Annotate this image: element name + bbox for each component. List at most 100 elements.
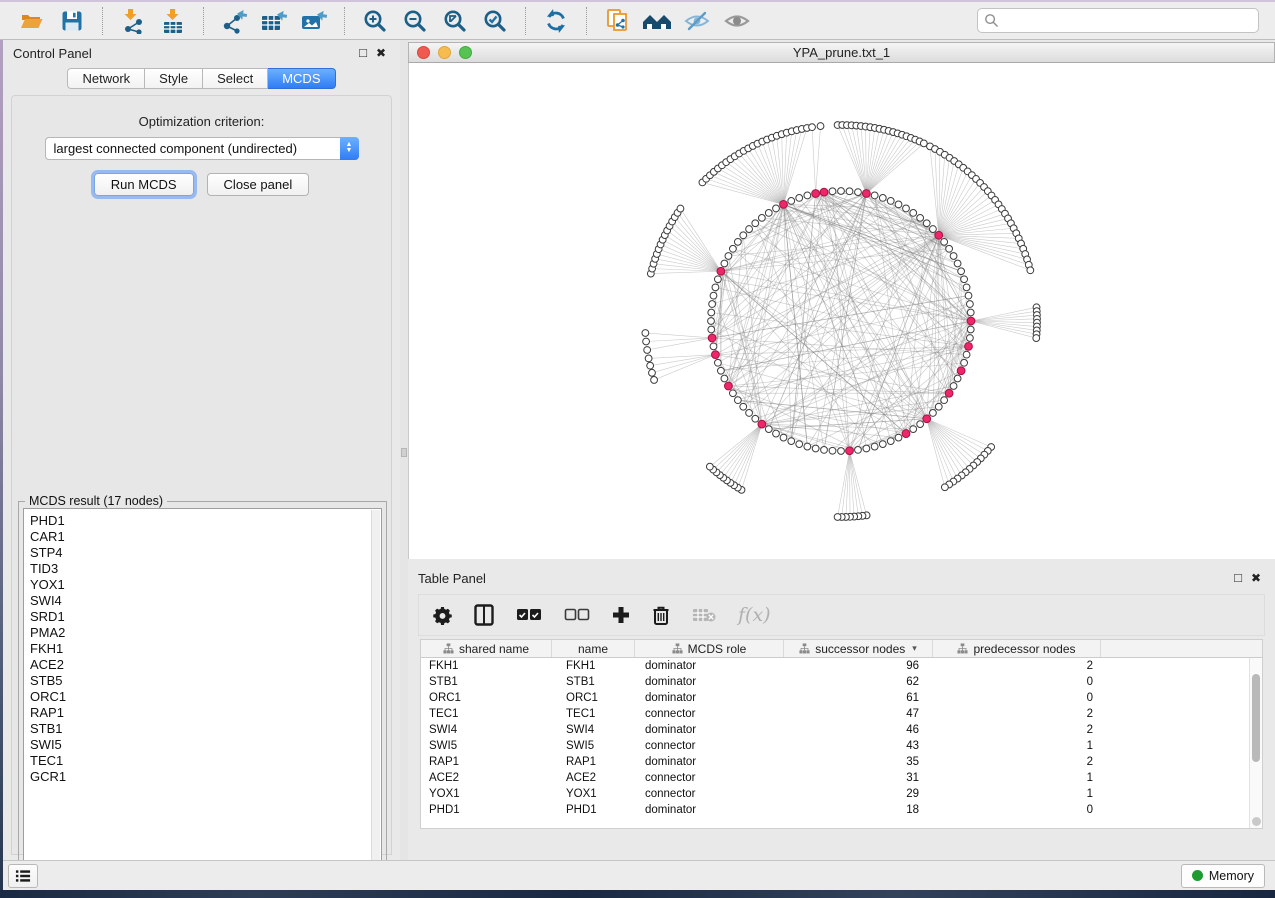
ring-node[interactable] bbox=[734, 238, 741, 245]
ring-node[interactable] bbox=[855, 446, 862, 453]
ring-node[interactable] bbox=[708, 309, 715, 316]
ring-node[interactable] bbox=[963, 351, 970, 358]
ring-node[interactable] bbox=[740, 232, 747, 239]
column-header-name[interactable]: name bbox=[552, 640, 635, 657]
mcds-node[interactable] bbox=[780, 201, 788, 209]
mcds-result-item[interactable]: STB5 bbox=[24, 673, 381, 689]
zoom-fit-button[interactable] bbox=[435, 5, 475, 37]
mcds-node[interactable] bbox=[708, 334, 716, 342]
leaf-node[interactable] bbox=[1027, 267, 1034, 274]
ring-node[interactable] bbox=[730, 245, 737, 252]
memory-button[interactable]: Memory bbox=[1181, 864, 1265, 888]
select-all-rows-button[interactable] bbox=[516, 608, 542, 622]
ring-node[interactable] bbox=[961, 359, 968, 366]
ring-node[interactable] bbox=[871, 192, 878, 199]
mcds-list-scrollbar[interactable] bbox=[371, 510, 380, 866]
ring-node[interactable] bbox=[812, 445, 819, 452]
deselect-all-rows-button[interactable] bbox=[564, 608, 590, 622]
ring-node[interactable] bbox=[773, 430, 780, 437]
ring-node[interactable] bbox=[895, 434, 902, 441]
ring-node[interactable] bbox=[887, 438, 894, 445]
ring-node[interactable] bbox=[954, 375, 961, 382]
ring-node[interactable] bbox=[765, 426, 772, 433]
column-header-shared-name[interactable]: shared name bbox=[421, 640, 552, 657]
ring-node[interactable] bbox=[954, 260, 961, 267]
mcds-result-item[interactable]: SWI4 bbox=[24, 593, 381, 609]
ring-node[interactable] bbox=[752, 220, 759, 227]
ring-node[interactable] bbox=[910, 210, 917, 217]
ring-node[interactable] bbox=[708, 318, 715, 325]
leaf-node[interactable] bbox=[1033, 335, 1040, 342]
ring-node[interactable] bbox=[903, 205, 910, 212]
ring-node[interactable] bbox=[709, 301, 716, 308]
network-graph[interactable] bbox=[409, 63, 1275, 559]
zoom-selected-button[interactable] bbox=[475, 5, 515, 37]
table-row[interactable]: RAP1RAP1dominator352 bbox=[421, 754, 1249, 770]
ring-node[interactable] bbox=[879, 194, 886, 201]
float-panel-icon[interactable]: □ bbox=[354, 44, 372, 62]
ring-node[interactable] bbox=[935, 403, 942, 410]
ring-node[interactable] bbox=[910, 426, 917, 433]
show-log-console-button[interactable] bbox=[8, 864, 38, 888]
close-panel-button[interactable]: Close panel bbox=[207, 173, 310, 196]
ring-node[interactable] bbox=[879, 441, 886, 448]
mcds-result-item[interactable]: FKH1 bbox=[24, 641, 381, 657]
ring-node[interactable] bbox=[838, 448, 845, 455]
ring-node[interactable] bbox=[758, 214, 765, 221]
mcds-node[interactable] bbox=[862, 190, 870, 198]
table-row[interactable]: FKH1FKH1dominator962 bbox=[421, 658, 1249, 674]
leaf-node[interactable] bbox=[647, 362, 654, 369]
leaf-node[interactable] bbox=[834, 514, 841, 521]
ring-node[interactable] bbox=[752, 415, 759, 422]
import-network-button[interactable] bbox=[113, 5, 153, 37]
ring-node[interactable] bbox=[804, 443, 811, 450]
ring-node[interactable] bbox=[780, 434, 787, 441]
zoom-in-button[interactable] bbox=[355, 5, 395, 37]
save-session-button[interactable] bbox=[52, 5, 92, 37]
mcds-node[interactable] bbox=[945, 389, 953, 397]
ring-node[interactable] bbox=[740, 403, 747, 410]
mcds-node[interactable] bbox=[957, 367, 965, 375]
ring-node[interactable] bbox=[863, 445, 870, 452]
ring-node[interactable] bbox=[966, 301, 973, 308]
ring-node[interactable] bbox=[846, 188, 853, 195]
table-scrollbar[interactable] bbox=[1249, 658, 1262, 828]
ring-node[interactable] bbox=[838, 188, 845, 195]
mcds-result-item[interactable]: ORC1 bbox=[24, 689, 381, 705]
mcds-result-item[interactable]: TEC1 bbox=[24, 753, 381, 769]
mcds-node[interactable] bbox=[967, 317, 975, 325]
close-panel-icon[interactable]: ✖ bbox=[372, 44, 390, 62]
ring-node[interactable] bbox=[967, 309, 974, 316]
ring-node[interactable] bbox=[923, 220, 930, 227]
ring-node[interactable] bbox=[734, 397, 741, 404]
leaf-node[interactable] bbox=[643, 338, 650, 345]
splitter-grip[interactable] bbox=[401, 448, 407, 457]
export-network-button[interactable] bbox=[214, 5, 254, 37]
leaf-node[interactable] bbox=[644, 347, 651, 354]
table-row[interactable]: SWI5SWI5connector431 bbox=[421, 738, 1249, 754]
leaf-node[interactable] bbox=[645, 355, 652, 362]
column-header-successor-nodes[interactable]: successor nodes▾ bbox=[784, 640, 933, 657]
mcds-result-item[interactable]: STP4 bbox=[24, 545, 381, 561]
table-row[interactable]: SWI4SWI4dominator462 bbox=[421, 722, 1249, 738]
leaf-node[interactable] bbox=[706, 463, 713, 470]
ring-node[interactable] bbox=[725, 253, 732, 260]
function-builder-icon[interactable]: f(x) bbox=[738, 604, 771, 626]
mcds-node[interactable] bbox=[758, 420, 766, 428]
create-column-button[interactable] bbox=[612, 606, 630, 624]
vertical-splitter[interactable] bbox=[400, 40, 408, 860]
zoom-out-button[interactable] bbox=[395, 5, 435, 37]
ring-node[interactable] bbox=[950, 253, 957, 260]
export-image-button[interactable] bbox=[294, 5, 334, 37]
ring-node[interactable] bbox=[773, 205, 780, 212]
mcds-result-item[interactable]: SRD1 bbox=[24, 609, 381, 625]
ring-node[interactable] bbox=[712, 284, 719, 291]
run-mcds-button[interactable]: Run MCDS bbox=[94, 173, 194, 196]
mcds-result-item[interactable]: TID3 bbox=[24, 561, 381, 577]
mcds-result-item[interactable]: SWI5 bbox=[24, 737, 381, 753]
show-all-button[interactable] bbox=[717, 5, 757, 37]
leaf-node[interactable] bbox=[649, 369, 656, 376]
ring-node[interactable] bbox=[958, 268, 965, 275]
mcds-result-item[interactable]: ACE2 bbox=[24, 657, 381, 673]
ring-node[interactable] bbox=[961, 276, 968, 283]
